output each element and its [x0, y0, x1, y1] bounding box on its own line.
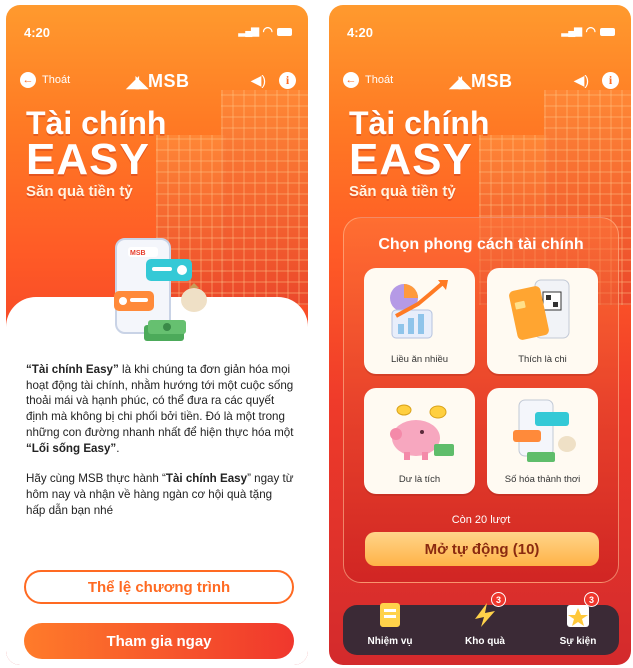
top-bar: ← Thoát ◢◣ MSB ◀) i	[343, 71, 619, 93]
msb-logo-icon: ◢◣	[126, 73, 148, 91]
headline: Tài chính EASY Săn quà tiền tỷ	[349, 107, 489, 200]
exit-label: Thoát	[365, 74, 394, 86]
description-paragraph-2: Hãy cùng MSB thực hành “Tài chính Easy” …	[26, 471, 294, 518]
nav-gift-store[interactable]: 3 Kho quà	[446, 592, 524, 647]
headline-easy: EASY	[26, 135, 150, 184]
msb-logo: ◢◣ MSB	[449, 71, 512, 92]
headline-tagline: Săn quà tiền tỷ	[349, 183, 456, 200]
status-time: 4:20	[347, 25, 374, 40]
description-text: Hãy cùng MSB thực hành “	[26, 472, 166, 486]
bottom-navigation: Nhiệm vụ 3 Kho quà 3 Sự kiện	[343, 592, 619, 655]
option-label: Số hóa thảnh thơi	[504, 474, 581, 485]
signal-icon: ▂▄▆	[238, 26, 259, 37]
auto-open-button[interactable]: Mở tự động (10)	[365, 532, 599, 566]
nav-label: Kho quà	[465, 636, 505, 647]
option-digital[interactable]: Số hóa thảnh thơi	[487, 388, 598, 494]
option-label: Thích là chi	[518, 354, 567, 365]
description-bold-term: Tài chính Easy	[165, 472, 248, 486]
msb-logo: ◢◣ MSB	[126, 71, 189, 92]
status-bar: 4:20 ▂▄▆ ◠	[24, 24, 292, 41]
notification-badge: 3	[584, 592, 599, 607]
building-decoration	[221, 90, 308, 305]
clipboard-icon	[380, 603, 400, 627]
join-now-button[interactable]: Tham gia ngay	[24, 623, 294, 659]
description-bold-term: “Tài chính Easy”	[26, 363, 119, 376]
signal-icon: ▂▄▆	[561, 26, 582, 37]
notification-badge: 3	[491, 592, 506, 607]
sound-icon[interactable]: ◀)	[574, 72, 589, 89]
wifi-icon: ◠	[262, 24, 273, 38]
headline-easy: EASY	[349, 135, 473, 184]
nav-missions[interactable]: Nhiệm vụ	[351, 603, 429, 647]
piggy-bank-icon	[390, 404, 454, 460]
exit-label: Thoát	[42, 74, 71, 86]
exit-button[interactable]: ← Thoát	[20, 72, 70, 88]
panel-title: Chọn phong cách tài chính	[378, 236, 584, 253]
remaining-turns: Còn 20 lượt	[451, 514, 511, 526]
msb-logo-text: MSB	[148, 71, 190, 91]
back-arrow-icon: ←	[343, 72, 359, 88]
option-label: Liều ăn nhiều	[390, 354, 449, 365]
status-bar: 4:20 ▂▄▆ ◠	[347, 24, 615, 41]
style-select-panel: Chọn phong cách tài chính Liều ăn nhiều	[343, 217, 619, 583]
exit-button[interactable]: ← Thoát	[343, 72, 393, 88]
info-icon[interactable]: i	[279, 72, 296, 89]
description-bold-term: “Lối sống Easy”	[26, 441, 117, 455]
back-arrow-icon: ←	[20, 72, 36, 88]
info-icon[interactable]: i	[602, 72, 619, 89]
rules-button[interactable]: Thể lệ chương trình	[24, 570, 294, 604]
status-time: 4:20	[24, 25, 51, 40]
phone-screen-style-select: 4:20 ▂▄▆ ◠ ← Thoát ◢◣ MSB ◀) i Tài chính…	[329, 5, 631, 665]
wifi-icon: ◠	[585, 24, 596, 38]
battery-icon	[600, 28, 615, 36]
intro-description: “Tài chính Easy” là khi chúng ta đơn giả…	[26, 362, 294, 533]
card-qr-icon	[509, 279, 570, 340]
nav-events[interactable]: 3 Sự kiện	[539, 592, 617, 647]
headline: Tài chính EASY Săn quà tiền tỷ	[26, 107, 166, 200]
description-text: .	[116, 441, 120, 455]
option-saver[interactable]: Dư là tích	[364, 388, 475, 494]
digital-wallet-icon	[513, 399, 576, 462]
illustration-logo-text: MSB	[130, 250, 146, 257]
option-risk-taker[interactable]: Liều ăn nhiều	[364, 268, 475, 374]
option-spender[interactable]: Thích là chi	[487, 268, 598, 374]
description-paragraph-1: “Tài chính Easy” là khi chúng ta đơn giả…	[26, 362, 294, 456]
phone-screen-intro: 4:20 ▂▄▆ ◠ ← Thoát ◢◣ MSB ◀) i Tài chính…	[6, 5, 308, 665]
phone-wallet-illustration: MSB	[114, 238, 207, 341]
msb-logo-icon: ◢◣	[449, 73, 471, 91]
nav-label: Nhiệm vụ	[367, 636, 413, 647]
msb-logo-text: MSB	[471, 71, 513, 91]
top-bar: ← Thoát ◢◣ MSB ◀) i	[20, 71, 296, 93]
investment-chart-icon	[390, 280, 448, 339]
battery-icon	[277, 28, 292, 36]
option-label: Dư là tích	[398, 474, 441, 485]
headline-tagline: Săn quà tiền tỷ	[26, 183, 133, 200]
nav-label: Sự kiện	[559, 636, 597, 647]
sound-icon[interactable]: ◀)	[251, 72, 266, 89]
